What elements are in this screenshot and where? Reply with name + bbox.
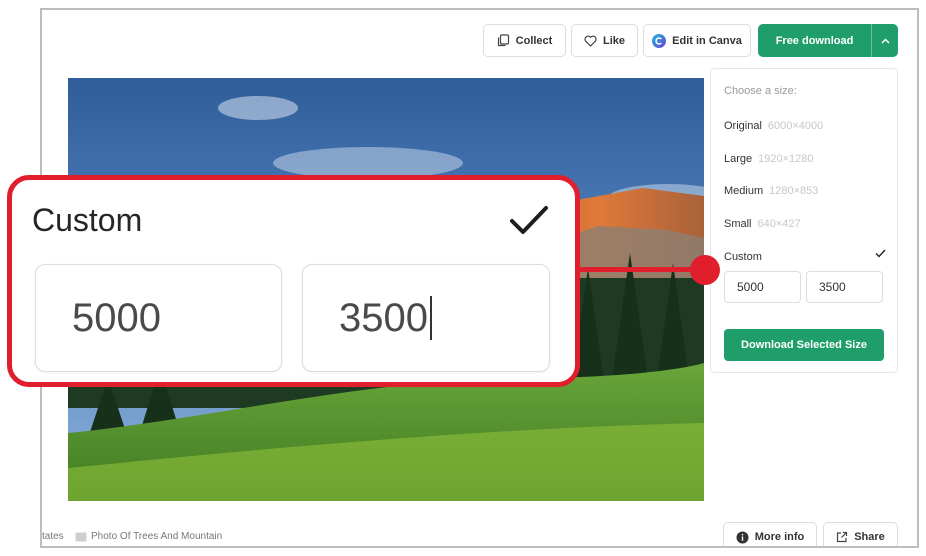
photo-title-tag[interactable]: Photo Of Trees And Mountain xyxy=(75,531,222,542)
free-download-button[interactable]: Free download xyxy=(758,24,898,57)
size-option-label: Original xyxy=(724,120,762,132)
more-info-label: More info xyxy=(754,531,805,543)
size-option-label: Small xyxy=(724,218,752,230)
share-button[interactable]: Share xyxy=(823,522,898,546)
collect-button[interactable]: Collect xyxy=(483,24,566,57)
size-option-original[interactable]: Original 6000×4000 xyxy=(724,120,823,132)
download-options-toggle[interactable] xyxy=(872,37,898,44)
free-download-label: Free download xyxy=(775,34,854,47)
share-label: Share xyxy=(854,531,885,543)
size-option-dims: 6000×4000 xyxy=(767,120,824,132)
heart-icon xyxy=(584,35,597,47)
custom-height-input[interactable]: 3500 xyxy=(806,271,883,303)
copy-icon xyxy=(497,34,509,47)
custom-label: Custom xyxy=(724,251,762,263)
share-icon xyxy=(837,531,848,543)
size-option-small[interactable]: Small 640×427 xyxy=(724,218,801,230)
more-info-button[interactable]: More info xyxy=(723,522,817,546)
image-icon xyxy=(75,532,87,541)
size-option-dims: 640×427 xyxy=(757,218,801,230)
info-icon xyxy=(736,531,749,543)
size-option-large[interactable]: Large 1920×1280 xyxy=(724,153,814,165)
size-option-dims: 1280×853 xyxy=(769,185,819,197)
location-tag[interactable]: tates xyxy=(42,531,64,542)
text-caret xyxy=(429,296,432,340)
like-button[interactable]: Like xyxy=(571,24,638,57)
size-option-label: Medium xyxy=(724,185,764,197)
size-option-medium[interactable]: Medium 1280×853 xyxy=(724,185,818,197)
choose-size-title: Choose a size: xyxy=(724,85,797,97)
callout-height-input[interactable]: 3500 xyxy=(302,264,550,372)
canva-label: Edit in Canva xyxy=(672,34,742,47)
edit-in-canva-button[interactable]: Edit in Canva xyxy=(643,24,751,57)
chevron-up-icon xyxy=(880,37,890,44)
canva-logo-icon xyxy=(652,33,667,48)
size-option-label: Large xyxy=(724,153,753,165)
collect-label: Collect xyxy=(515,34,553,47)
custom-size-callout: Custom 5000 3500 xyxy=(7,175,580,387)
custom-width-input[interactable]: 5000 xyxy=(724,271,801,303)
checkmark-icon xyxy=(510,206,548,234)
callout-pointer-dot xyxy=(690,255,720,285)
checkmark-icon xyxy=(875,249,886,258)
callout-connector xyxy=(578,267,706,272)
callout-height-value: 3500 xyxy=(339,295,428,340)
callout-width-input[interactable]: 5000 xyxy=(35,264,282,372)
like-label: Like xyxy=(602,34,625,47)
size-option-custom[interactable]: Custom xyxy=(724,249,886,263)
callout-width-value: 5000 xyxy=(72,295,161,340)
download-selected-size-button[interactable]: Download Selected Size xyxy=(724,329,884,361)
size-option-dims: 1920×1280 xyxy=(758,153,814,165)
photo-title: Photo Of Trees And Mountain xyxy=(91,531,223,542)
size-selection-panel: Choose a size: Original 6000×4000 Large 19… xyxy=(710,68,898,373)
callout-title: Custom xyxy=(32,202,143,238)
